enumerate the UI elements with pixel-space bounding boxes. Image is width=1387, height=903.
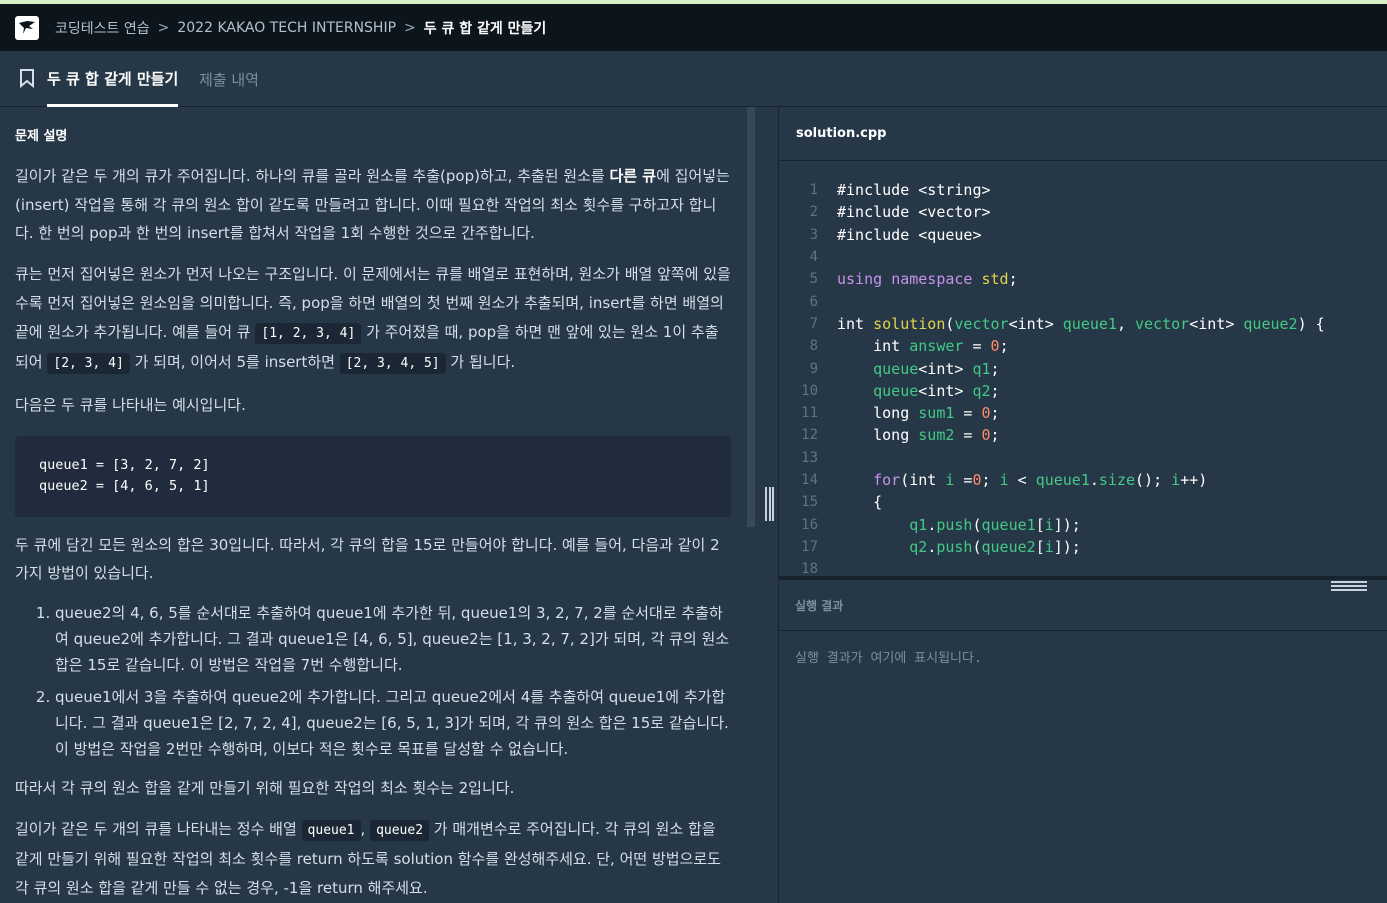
code-line: 16 q1.push(queue1[i]); (801, 515, 1081, 534)
breadcrumb-current-problem: 두 큐 합 같게 만들기 (423, 20, 547, 37)
tab-bar: 두 큐 합 같게 만들기 제출 내역 (0, 51, 1387, 107)
result-title: 실행 결과 (779, 580, 1387, 631)
example-steps-list: queue2의 4, 6, 5를 순서대로 추출하여 queue1에 추가한 뒤… (55, 600, 731, 762)
code-line: 10 queue<int> q2; (801, 381, 1000, 400)
section-title: 문제 설명 (15, 129, 68, 144)
code-line: 5 using namespace std; (809, 270, 1018, 289)
description-paragraph: 다음은 두 큐를 나타내는 예시입니다. (15, 395, 246, 414)
example-code-block: queue1 = [3, 2, 7, 2] queue2 = [4, 6, 5,… (15, 435, 731, 517)
code-line: 18 (801, 561, 818, 576)
inline-code: [2, 3, 4, 5] (339, 353, 446, 375)
code-editor-panel: solution.cpp 1 #include <string> 2 #includ… (778, 107, 1387, 903)
description-paragraph: 길이가 같은 두 개의 큐가 주어집니다. 하나의 큐를 골라 원소를 추출(p… (15, 167, 730, 243)
code-block-line: queue2 = [4, 6, 5, 1] (39, 477, 210, 494)
code-line: 14 for(int i =0; i < queue1.size(); i++) (801, 471, 1208, 489)
code-line: 9 queue<int> q1; (809, 359, 1000, 378)
breadcrumb-coding-test[interactable]: 코딩테스트 연습 (55, 18, 150, 38)
list-item: queue1에서 3을 추출하여 queue2에 추가합니다. 그리고 queu… (55, 684, 731, 762)
bookmark-icon[interactable] (19, 69, 35, 92)
list-item: queue2의 4, 6, 5를 순서대로 추출하여 queue1에 추가한 뒤… (55, 600, 731, 678)
description-paragraph: 따라서 각 큐의 원소 합을 같게 만들기 위해 필요한 작업의 최소 횟수는 … (15, 779, 515, 798)
code-line: 13 (801, 449, 818, 466)
code-line: 2 #include <vector> (809, 203, 991, 222)
code-block-line: queue1 = [3, 2, 7, 2] (39, 456, 210, 473)
inline-code: [1, 2, 3, 4] (255, 322, 362, 344)
code-line: 15 { (801, 493, 883, 512)
inline-code: queue2 (370, 819, 430, 841)
code-line: 12 long sum2 = 0; (801, 426, 1000, 445)
inline-code: [2, 3, 4] (47, 353, 130, 375)
code-editor[interactable]: 1 #include <string> 2 #include <vector> 3 #… (779, 162, 1387, 576)
code-line: 6 (809, 293, 818, 310)
vertical-resize-handle[interactable] (765, 487, 774, 521)
result-output: 실행 결과가 여기에 표시됩니다. (795, 651, 982, 666)
tab-submission-history[interactable]: 제출 내역 (199, 51, 259, 107)
tab-problem-description[interactable]: 두 큐 합 같게 만들기 (47, 51, 179, 107)
description-paragraph: 길이가 같은 두 개의 큐를 나타내는 정수 배열 queue1, queue2… (15, 819, 721, 898)
breadcrumb-kakao-internship[interactable]: 2022 KAKAO TECH INTERNSHIP (177, 20, 396, 36)
horizontal-resize-handle[interactable] (1331, 581, 1367, 591)
problem-description-panel: 문제 설명 길이가 같은 두 개의 큐가 주어집니다. 하나의 큐를 골라 원소… (0, 107, 746, 903)
breadcrumb-separator: > (404, 19, 416, 36)
description-scrollbar[interactable] (747, 107, 755, 527)
description-paragraph: 두 큐에 담긴 모든 원소의 합은 30입니다. 따라서, 각 큐의 합을 15… (15, 535, 720, 583)
code-line: 11 long sum1 = 0; (801, 404, 1000, 423)
navbar: 코딩테스트 연습 > 2022 KAKAO TECH INTERNSHIP > … (0, 4, 1387, 51)
code-line: 3 #include <queue> (809, 225, 982, 244)
programmers-logo-icon[interactable] (15, 15, 39, 40)
breadcrumb-separator: > (157, 19, 170, 36)
editor-filename: solution.cpp (779, 107, 1387, 161)
description-paragraph: 큐는 먼저 집어넣은 원소가 먼저 나오는 구조입니다. 이 문제에서는 큐를 … (15, 260, 731, 379)
code-line: 1 #include <string> (809, 181, 991, 200)
code-line: 17 q2.push(queue2[i]); (801, 537, 1081, 556)
code-line: 8 int answer = 0; (809, 337, 1009, 356)
code-line: 4 (809, 249, 818, 266)
code-line: 7 int solution(vector<int> queue1, vector… (809, 314, 1325, 333)
inline-code: queue1 (301, 819, 361, 841)
